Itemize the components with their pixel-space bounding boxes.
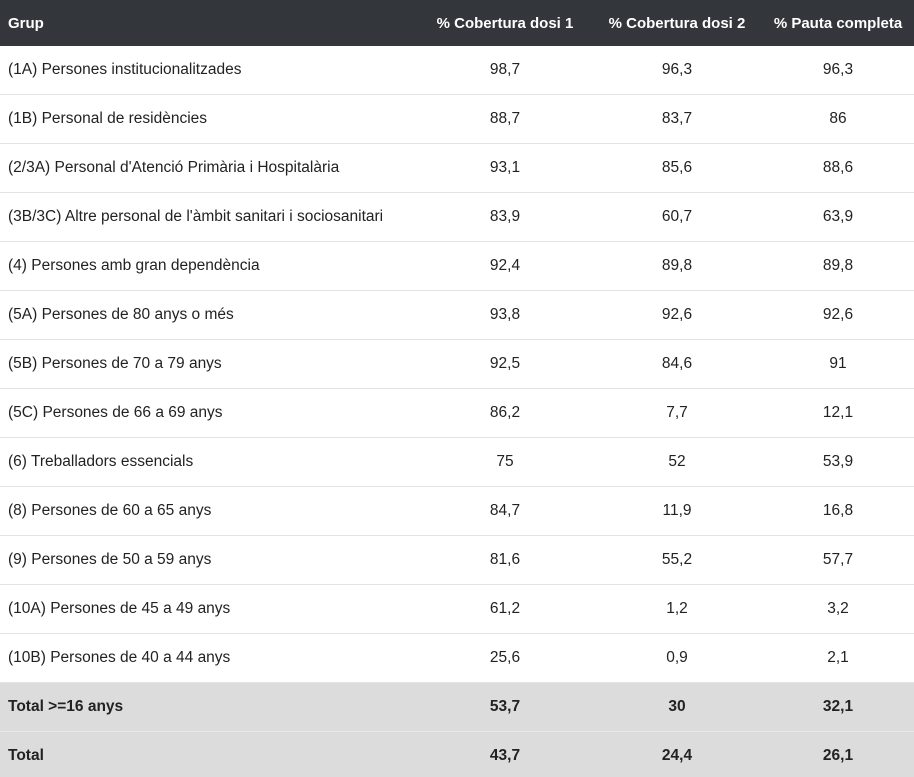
- cell-grup: (1A) Persones institucionalitzades: [0, 46, 418, 95]
- table-row: (9) Persones de 50 a 59 anys 81,6 55,2 5…: [0, 535, 914, 585]
- cell-dosi-1: 86,2: [418, 388, 592, 438]
- cell-dosi-1: 98,7: [418, 46, 592, 95]
- cell-dosi-2: 85,6: [592, 143, 762, 193]
- cell-dosi-1: 84,7: [418, 486, 592, 536]
- total-dosi-2: 24,4: [592, 731, 762, 777]
- total-dosi-2: 30: [592, 682, 762, 732]
- cell-pauta-completa: 88,6: [762, 143, 914, 193]
- cell-grup: (2/3A) Personal d'Atenció Primària i Hos…: [0, 143, 418, 193]
- table-row: (10B) Persones de 40 a 44 anys 25,6 0,9 …: [0, 633, 914, 683]
- cell-dosi-1: 83,9: [418, 192, 592, 242]
- cell-pauta-completa: 3,2: [762, 584, 914, 634]
- cell-grup: (5C) Persones de 66 a 69 anys: [0, 388, 418, 438]
- cell-dosi-1: 93,8: [418, 290, 592, 340]
- cell-grup: (4) Persones amb gran dependència: [0, 241, 418, 291]
- column-header-grup[interactable]: Grup: [0, 0, 418, 46]
- table-row: (3B/3C) Altre personal de l'àmbit sanita…: [0, 192, 914, 242]
- cell-dosi-1: 93,1: [418, 143, 592, 193]
- cell-grup: (3B/3C) Altre personal de l'àmbit sanita…: [0, 192, 418, 242]
- total-row: Total 43,7 24,4 26,1: [0, 731, 914, 777]
- cell-dosi-2: 89,8: [592, 241, 762, 291]
- column-header-dosi-2[interactable]: % Cobertura dosi 2: [592, 0, 762, 46]
- cell-dosi-2: 96,3: [592, 46, 762, 95]
- vaccination-coverage-table: Grup % Cobertura dosi 1 % Cobertura dosi…: [0, 0, 914, 777]
- cell-dosi-2: 84,6: [592, 339, 762, 389]
- cell-grup: (6) Treballadors essencials: [0, 437, 418, 487]
- cell-pauta-completa: 2,1: [762, 633, 914, 683]
- cell-pauta-completa: 63,9: [762, 192, 914, 242]
- table-row: (1A) Persones institucionalitzades 98,7 …: [0, 46, 914, 95]
- cell-pauta-completa: 96,3: [762, 46, 914, 95]
- cell-dosi-1: 75: [418, 437, 592, 487]
- cell-grup: (9) Persones de 50 a 59 anys: [0, 535, 418, 585]
- cell-dosi-1: 92,4: [418, 241, 592, 291]
- cell-dosi-2: 7,7: [592, 388, 762, 438]
- table-row: (10A) Persones de 45 a 49 anys 61,2 1,2 …: [0, 584, 914, 634]
- total-label: Total >=16 anys: [0, 682, 418, 732]
- cell-pauta-completa: 53,9: [762, 437, 914, 487]
- total-label: Total: [0, 731, 418, 777]
- cell-pauta-completa: 86: [762, 94, 914, 144]
- cell-dosi-2: 55,2: [592, 535, 762, 585]
- cell-grup: (10B) Persones de 40 a 44 anys: [0, 633, 418, 683]
- cell-grup: (1B) Personal de residències: [0, 94, 418, 144]
- cell-dosi-1: 25,6: [418, 633, 592, 683]
- cell-dosi-1: 92,5: [418, 339, 592, 389]
- cell-grup: (5A) Persones de 80 anys o més: [0, 290, 418, 340]
- cell-dosi-2: 52: [592, 437, 762, 487]
- cell-grup: (10A) Persones de 45 a 49 anys: [0, 584, 418, 634]
- total-row-16-plus: Total >=16 anys 53,7 30 32,1: [0, 682, 914, 732]
- cell-pauta-completa: 12,1: [762, 388, 914, 438]
- cell-dosi-2: 11,9: [592, 486, 762, 536]
- table-row: (4) Persones amb gran dependència 92,4 8…: [0, 241, 914, 291]
- cell-dosi-2: 92,6: [592, 290, 762, 340]
- cell-dosi-2: 0,9: [592, 633, 762, 683]
- cell-dosi-1: 61,2: [418, 584, 592, 634]
- table-row: (1B) Personal de residències 88,7 83,7 8…: [0, 94, 914, 144]
- table-row: (8) Persones de 60 a 65 anys 84,7 11,9 1…: [0, 486, 914, 536]
- cell-dosi-2: 1,2: [592, 584, 762, 634]
- column-header-dosi-1[interactable]: % Cobertura dosi 1: [418, 0, 592, 46]
- cell-pauta-completa: 16,8: [762, 486, 914, 536]
- table-row: (2/3A) Personal d'Atenció Primària i Hos…: [0, 143, 914, 193]
- cell-dosi-2: 60,7: [592, 192, 762, 242]
- table-row: (6) Treballadors essencials 75 52 53,9: [0, 437, 914, 487]
- table-row: (5C) Persones de 66 a 69 anys 86,2 7,7 1…: [0, 388, 914, 438]
- total-pauta-completa: 26,1: [762, 731, 914, 777]
- cell-pauta-completa: 89,8: [762, 241, 914, 291]
- total-dosi-1: 53,7: [418, 682, 592, 732]
- cell-dosi-1: 88,7: [418, 94, 592, 144]
- cell-pauta-completa: 57,7: [762, 535, 914, 585]
- cell-pauta-completa: 91: [762, 339, 914, 389]
- table-row: (5B) Persones de 70 a 79 anys 92,5 84,6 …: [0, 339, 914, 389]
- table-header-row: Grup % Cobertura dosi 1 % Cobertura dosi…: [0, 0, 914, 46]
- cell-grup: (5B) Persones de 70 a 79 anys: [0, 339, 418, 389]
- column-header-pauta-completa[interactable]: % Pauta completa: [762, 0, 914, 46]
- cell-dosi-2: 83,7: [592, 94, 762, 144]
- total-pauta-completa: 32,1: [762, 682, 914, 732]
- cell-dosi-1: 81,6: [418, 535, 592, 585]
- total-dosi-1: 43,7: [418, 731, 592, 777]
- cell-grup: (8) Persones de 60 a 65 anys: [0, 486, 418, 536]
- table-row: (5A) Persones de 80 anys o més 93,8 92,6…: [0, 290, 914, 340]
- cell-pauta-completa: 92,6: [762, 290, 914, 340]
